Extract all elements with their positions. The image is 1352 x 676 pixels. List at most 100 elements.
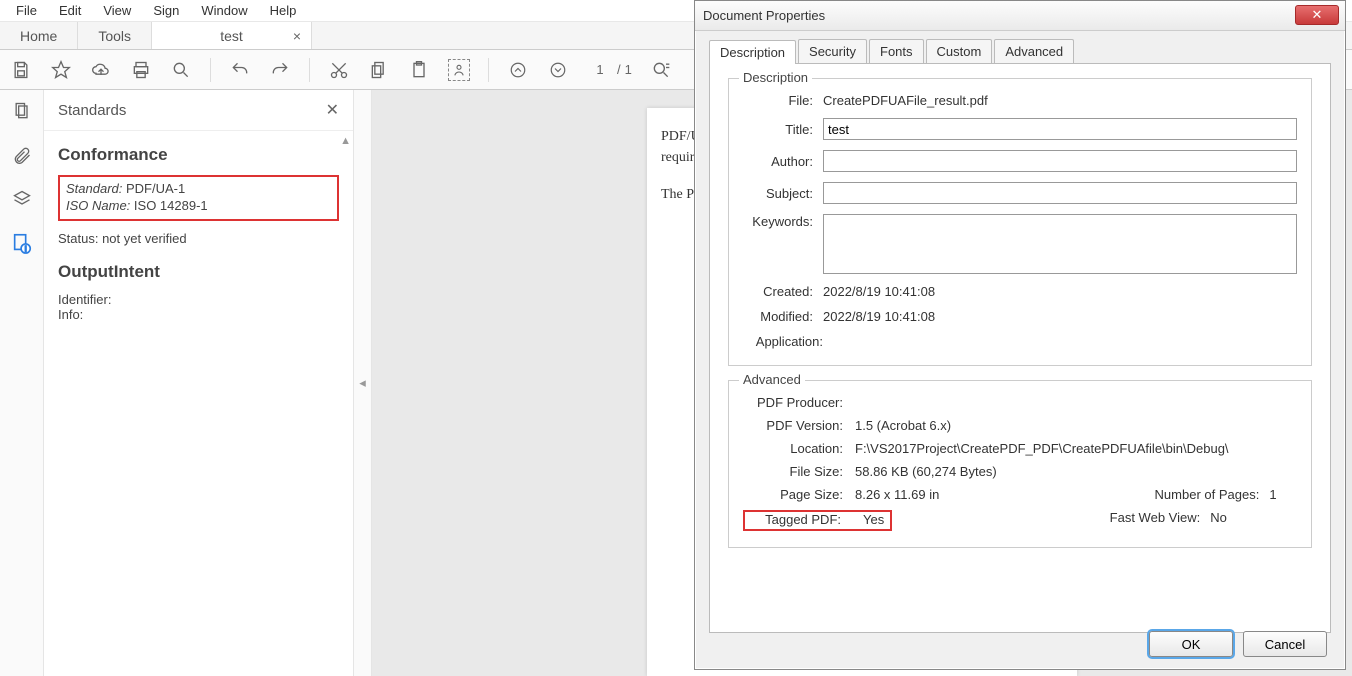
info-label: Info: — [58, 307, 339, 322]
save-icon[interactable] — [10, 59, 32, 81]
iso-label: ISO Name: — [66, 198, 130, 213]
location-label: Location: — [743, 441, 843, 456]
cancel-button[interactable]: Cancel — [1243, 631, 1327, 657]
conformance-highlight: Standard: PDF/UA-1 ISO Name: ISO 14289-1 — [58, 175, 339, 221]
standard-value: PDF/UA-1 — [126, 181, 185, 196]
tab-tools[interactable]: Tools — [78, 22, 152, 49]
identifier-label: Identifier: — [58, 292, 339, 307]
created-label: Created: — [743, 284, 813, 299]
dialog-titlebar[interactable]: Document Properties ✕ — [695, 1, 1345, 31]
page-indicator: / 1 — [587, 62, 632, 77]
file-value: CreatePDFUAFile_result.pdf — [823, 93, 1297, 108]
scroll-up-icon[interactable]: ▲ — [340, 135, 351, 147]
location-value: F:\VS2017Project\CreatePDF_PDF\CreatePDF… — [855, 441, 1229, 456]
application-label: Application: — [743, 334, 823, 349]
panel-grip[interactable]: ◂ — [354, 90, 372, 676]
toolbar-separator — [210, 58, 211, 82]
status-text: Status: not yet verified — [58, 231, 339, 246]
tab-custom[interactable]: Custom — [926, 39, 993, 63]
title-input[interactable] — [823, 118, 1297, 140]
tagged-value: Yes — [863, 512, 884, 527]
panel-title: Standards — [58, 102, 126, 119]
selection-tool-icon[interactable] — [448, 59, 470, 81]
menu-edit[interactable]: Edit — [49, 1, 91, 20]
dialog-panel: Description File: CreatePDFUAFile_result.… — [709, 63, 1331, 633]
fastweb-value: No — [1210, 510, 1227, 531]
keywords-label: Keywords: — [743, 214, 813, 229]
dialog-title: Document Properties — [703, 8, 825, 23]
tagged-pdf-highlight: Tagged PDF: Yes — [743, 510, 892, 531]
menu-file[interactable]: File — [6, 1, 47, 20]
tab-document-label: test — [220, 28, 243, 44]
menu-window[interactable]: Window — [191, 1, 257, 20]
title-label: Title: — [743, 122, 813, 137]
copy-icon[interactable] — [368, 59, 390, 81]
cut-icon[interactable] — [328, 59, 350, 81]
iso-value: ISO 14289-1 — [134, 198, 208, 213]
outputintent-heading: OutputIntent — [58, 262, 339, 282]
fastweb-label: Fast Web View: — [1080, 510, 1200, 531]
conformance-heading: Conformance — [58, 145, 339, 165]
subject-input[interactable] — [823, 182, 1297, 204]
print-icon[interactable] — [130, 59, 152, 81]
tab-security[interactable]: Security — [798, 39, 867, 63]
dialog-close-button[interactable]: ✕ — [1295, 5, 1339, 25]
filesize-value: 58.86 KB (60,274 Bytes) — [855, 464, 997, 479]
advanced-legend: Advanced — [739, 372, 805, 387]
pagesize-label: Page Size: — [743, 487, 843, 502]
numpages-value: 1 — [1269, 487, 1276, 502]
zoom-icon[interactable] — [170, 59, 192, 81]
modified-label: Modified: — [743, 309, 813, 324]
redo-icon[interactable] — [269, 59, 291, 81]
standard-label: Standard: — [66, 181, 122, 196]
page-down-icon[interactable] — [547, 59, 569, 81]
author-label: Author: — [743, 154, 813, 169]
toolbar-separator — [309, 58, 310, 82]
tab-document[interactable]: test × — [152, 22, 312, 49]
find-icon[interactable] — [650, 59, 672, 81]
undo-icon[interactable] — [229, 59, 251, 81]
left-rail: i — [0, 90, 44, 676]
close-tab-icon[interactable]: × — [293, 28, 301, 44]
cloud-upload-icon[interactable] — [90, 59, 112, 81]
standards-panel: Standards ✕ ▲ Conformance Standard: PDF/… — [44, 90, 354, 676]
star-icon[interactable] — [50, 59, 72, 81]
close-panel-icon[interactable]: ✕ — [326, 100, 339, 120]
dialog-tabs: Description Security Fonts Custom Advanc… — [695, 31, 1345, 63]
page-thumbnails-icon[interactable] — [11, 100, 33, 122]
version-value: 1.5 (Acrobat 6.x) — [855, 418, 951, 433]
menu-help[interactable]: Help — [260, 1, 307, 20]
tab-description[interactable]: Description — [709, 40, 796, 64]
numpages-label: Number of Pages: — [1139, 487, 1259, 502]
producer-label: PDF Producer: — [743, 395, 843, 410]
total-pages: 1 — [625, 62, 632, 77]
toolbar-separator — [488, 58, 489, 82]
page-separator: / — [617, 62, 621, 77]
tab-fonts[interactable]: Fonts — [869, 39, 924, 63]
page-up-icon[interactable] — [507, 59, 529, 81]
current-page-input[interactable] — [587, 62, 613, 77]
pagesize-value: 8.26 x 11.69 in — [855, 487, 939, 502]
filesize-label: File Size: — [743, 464, 843, 479]
subject-label: Subject: — [743, 186, 813, 201]
tab-home[interactable]: Home — [0, 22, 78, 49]
layers-icon[interactable] — [11, 188, 33, 210]
tagged-label: Tagged PDF: — [749, 512, 841, 527]
standards-icon[interactable]: i — [11, 232, 33, 254]
paste-icon[interactable] — [408, 59, 430, 81]
modified-value: 2022/8/19 10:41:08 — [823, 309, 1297, 324]
version-label: PDF Version: — [743, 418, 843, 433]
tab-advanced[interactable]: Advanced — [994, 39, 1074, 63]
ok-button[interactable]: OK — [1149, 631, 1233, 657]
advanced-fieldset: Advanced PDF Producer: PDF Version:1.5 (… — [728, 380, 1312, 548]
file-label: File: — [743, 93, 813, 108]
document-properties-dialog: Document Properties ✕ Description Securi… — [694, 0, 1346, 670]
keywords-input[interactable] — [823, 214, 1297, 274]
menu-sign[interactable]: Sign — [143, 1, 189, 20]
description-legend: Description — [739, 70, 812, 85]
attachments-icon[interactable] — [11, 144, 33, 166]
created-value: 2022/8/19 10:41:08 — [823, 284, 1297, 299]
description-fieldset: Description File:CreatePDFUAFile_result.… — [728, 78, 1312, 366]
menu-view[interactable]: View — [93, 1, 141, 20]
author-input[interactable] — [823, 150, 1297, 172]
